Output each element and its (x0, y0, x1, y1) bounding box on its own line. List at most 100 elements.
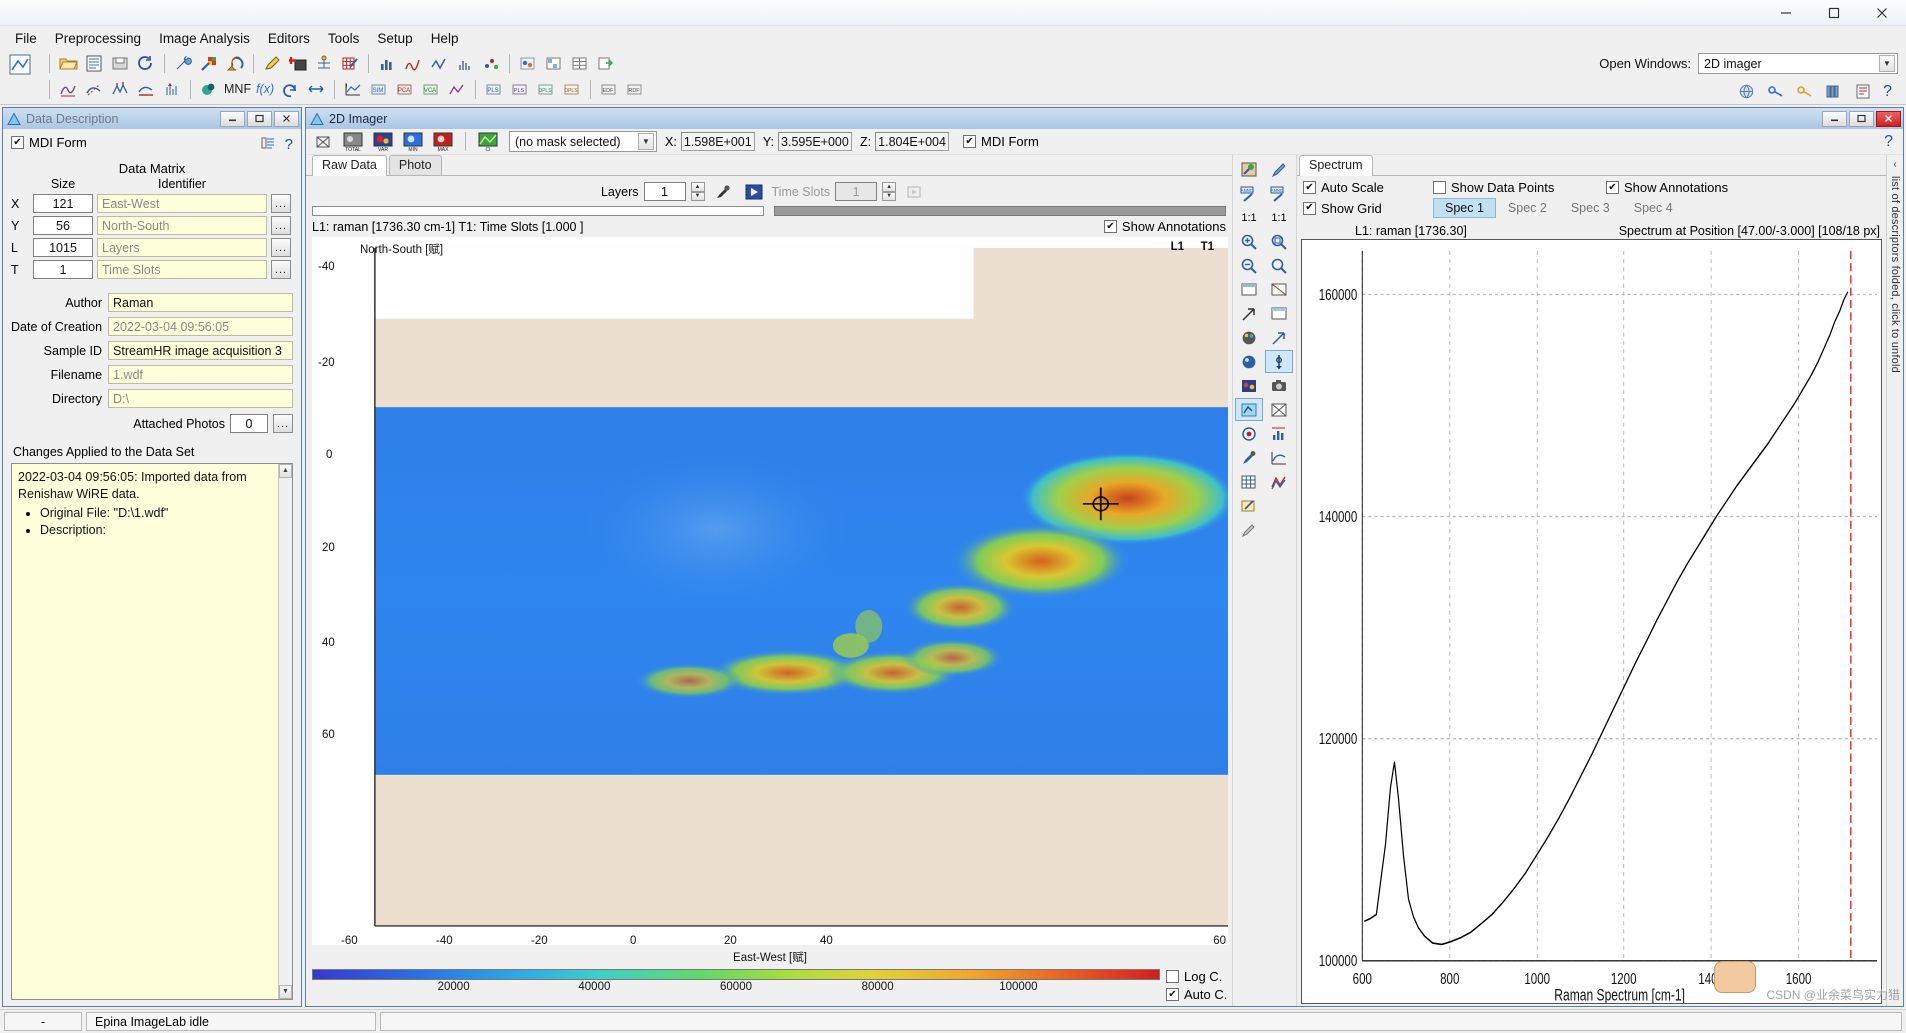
dd-field-sample-id[interactable]: StreamHR image acquisition 3 (108, 341, 293, 360)
menu-file[interactable]: File (6, 28, 46, 49)
scroll-down-icon[interactable]: ▼ (279, 985, 292, 999)
pen-tool-icon[interactable] (1235, 518, 1263, 541)
plot-lines-icon[interactable] (341, 78, 365, 101)
dd-changes-scrollbar[interactable]: ▲ ▼ (278, 464, 292, 999)
table-icon[interactable] (568, 52, 592, 75)
dd-size-l[interactable]: 1015 (33, 238, 93, 257)
histogram-tool-icon[interactable] (1265, 422, 1293, 445)
vca-icon[interactable]: VCA (419, 78, 443, 101)
no-mask-icon[interactable] (311, 130, 335, 153)
grid-tool-icon[interactable] (1235, 470, 1263, 493)
eyedropper-icon[interactable] (711, 180, 735, 203)
mnf-icon[interactable] (197, 78, 221, 101)
dd-size-t[interactable]: 1 (33, 260, 93, 279)
max-icon[interactable]: MAX (431, 130, 455, 153)
histogram-icon[interactable] (453, 52, 477, 75)
cluster-icon[interactable] (516, 52, 540, 75)
scroll-track[interactable] (279, 478, 292, 985)
open-folder-icon[interactable] (56, 52, 80, 75)
ratio-1-1-left[interactable]: 1:1 (1235, 206, 1263, 229)
palette-blue-icon[interactable] (1235, 350, 1263, 373)
zoom-in-icon[interactable] (1235, 230, 1263, 253)
horizontal-arrows-icon[interactable] (304, 78, 328, 101)
dd-mdi-form-checkbox[interactable]: ✔ MDI Form (11, 135, 87, 150)
document-icon[interactable] (82, 52, 106, 75)
window-fit-icon[interactable] (1265, 302, 1293, 325)
plot-curve-icon[interactable] (1265, 446, 1293, 469)
unfold-chevron-icon[interactable]: ‹ (1893, 159, 1896, 170)
menu-preprocessing[interactable]: Preprocessing (46, 28, 150, 49)
mcr-icon[interactable] (445, 78, 469, 101)
dd-minimize-button[interactable] (220, 110, 245, 127)
arrow-up-right-icon[interactable] (1235, 302, 1263, 325)
dd-field-date[interactable]: 2022-03-04 09:56:05 (108, 317, 293, 336)
globe-icon[interactable] (1735, 80, 1759, 103)
spec-2-button[interactable]: Spec 2 (1496, 198, 1559, 218)
dd-dots-l[interactable]: ... (271, 238, 291, 257)
open-windows-select[interactable]: 2D imager ▼ (1698, 53, 1898, 74)
no-image-icon[interactable] (1265, 398, 1293, 421)
spectrum-chart[interactable]: 160000 140000 120000 100000 600 800 1000 (1301, 239, 1882, 1005)
tab-spectrum[interactable]: Spectrum (1299, 155, 1373, 176)
chevron-down-icon[interactable]: ▼ (638, 133, 654, 150)
pls-icon[interactable]: PLS (482, 78, 506, 101)
close-button[interactable] (1858, 0, 1906, 25)
dd-field-directory[interactable]: D:\ (108, 389, 293, 408)
dd-attached-photos-value[interactable]: 0 (230, 414, 268, 433)
sim-icon[interactable]: SIM (367, 78, 391, 101)
dd-size-y[interactable]: 56 (33, 216, 93, 235)
imager-mdi-form-checkbox[interactable]: ✔ MDI Form (963, 134, 1039, 149)
pencil-blue-icon[interactable] (1265, 158, 1293, 181)
layers-slider[interactable] (312, 206, 764, 216)
scroll-up-icon[interactable]: ▲ (279, 464, 292, 478)
pencil-icon[interactable] (260, 52, 284, 75)
key2-icon[interactable] (1793, 80, 1817, 103)
no-scale-icon[interactable] (1265, 278, 1293, 301)
menu-image-analysis[interactable]: Image Analysis (150, 28, 259, 49)
smooth-curve-icon[interactable] (56, 78, 80, 101)
minimize-button[interactable] (1762, 0, 1810, 25)
dd-identifier-y[interactable]: North-South (97, 216, 267, 235)
mask-select[interactable]: (no mask selected) ▼ (509, 131, 657, 152)
spectrum-show-annotations-checkbox[interactable]: ✔ Show Annotations (1606, 180, 1728, 195)
dd-attached-photos-dots[interactable]: ... (273, 414, 293, 433)
dd-identifier-l[interactable]: Layers (97, 238, 267, 257)
library-icon[interactable] (1822, 80, 1846, 103)
color-wrench-icon[interactable] (197, 52, 221, 75)
dd-field-filename[interactable]: 1.wdf (108, 365, 293, 384)
dd-dots-t[interactable]: ... (271, 260, 291, 279)
scatter-icon[interactable] (479, 52, 503, 75)
descriptor-unfold-strip[interactable]: ‹ list of descriptors folded, click to u… (1886, 155, 1903, 1006)
chevron-down-icon[interactable]: ▼ (1879, 55, 1895, 72)
dd-size-x[interactable]: 121 (33, 194, 93, 213)
pls-alt-icon[interactable]: PLS (508, 78, 532, 101)
show-data-points-checkbox[interactable]: Show Data Points (1433, 180, 1588, 195)
dd-close-button[interactable] (274, 110, 299, 127)
refresh-icon[interactable] (134, 52, 158, 75)
maximize-button[interactable] (1810, 0, 1858, 25)
menu-tools[interactable]: Tools (319, 28, 369, 49)
peaks-bars-icon[interactable] (160, 78, 184, 101)
imager-maximize-button[interactable] (1849, 110, 1874, 127)
menu-setup[interactable]: Setup (368, 28, 421, 49)
menu-help[interactable]: Help (422, 28, 468, 49)
menu-editors[interactable]: Editors (259, 28, 319, 49)
pick-spectrum-icon[interactable] (1235, 398, 1263, 421)
toolbar-help-button[interactable]: ? (1879, 83, 1896, 101)
tab-photo[interactable]: Photo (388, 155, 442, 175)
baseline-icon[interactable] (134, 78, 158, 101)
heatmap-plot[interactable]: North-South [赋] -40 -20 0 20 40 60 -60 -… (312, 237, 1236, 964)
wave-icon[interactable] (427, 52, 451, 75)
dpls-icon[interactable]: DPLS (534, 78, 558, 101)
add-image-icon[interactable] (286, 52, 310, 75)
wrench-icon[interactable] (171, 52, 195, 75)
crosshair-mode-icon[interactable] (1265, 350, 1293, 373)
total-icon[interactable]: TOTAL (341, 130, 365, 153)
grid-pencil-icon[interactable] (338, 52, 362, 75)
min-icon[interactable]: MIN (401, 130, 425, 153)
dpls-alt-icon[interactable]: DPLS (560, 78, 584, 101)
spectrum-icon[interactable] (401, 52, 425, 75)
palette-icon[interactable] (1235, 326, 1263, 349)
spec-1-button[interactable]: Spec 1 (1433, 198, 1496, 218)
spec-3-button[interactable]: Spec 3 (1559, 198, 1622, 218)
